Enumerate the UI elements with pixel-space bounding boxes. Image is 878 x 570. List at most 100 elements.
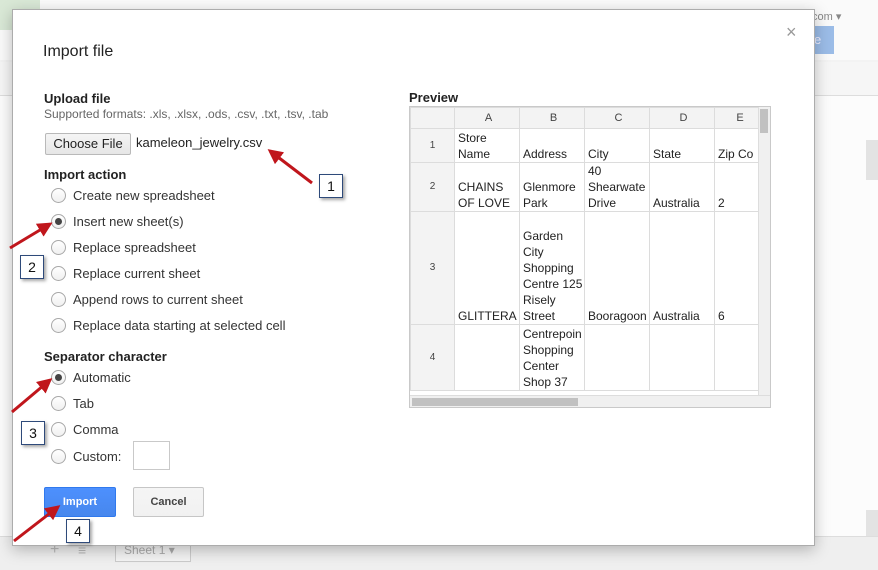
import-action-option[interactable]: Replace data starting at selected cell [51,316,285,334]
separator-heading: Separator character [44,349,167,364]
preview-cell-text: Australia [653,309,700,323]
preview-cell [584,324,650,391]
separator-option[interactable]: Comma [51,420,119,438]
upload-file-heading: Upload file [44,91,111,106]
preview-cell-text: City [588,147,609,161]
preview-cell: GLITTERA [454,211,520,325]
import-action-option[interactable]: Replace spreadsheet [51,238,196,256]
radio-button[interactable] [51,291,66,307]
preview-heading: Preview [409,90,459,105]
import-action-option-label: Append rows to current sheet [73,291,243,307]
preview-cell: 40 Shearwate Drive [584,162,650,212]
preview-grid[interactable]: A B C D E 1 Store Name Address City State Zip Co 2 C… [409,106,771,408]
preview-cell [649,324,715,391]
import-action-option[interactable]: Create new spreadsheet [51,186,215,204]
supported-formats-text: Supported formats: .xls, .xlsx, .ods, .c… [44,107,329,121]
close-icon[interactable]: × [786,22,797,43]
preview-table: A B C D E 1 Store Name Address City State Zip Co 2 C… [410,107,767,391]
preview-column-header: A [454,107,520,129]
import-action-option-label: Replace current sheet [73,265,201,281]
preview-cell: Australia [649,162,715,212]
preview-row-header: 3 [410,211,455,325]
preview-cell-text: Zip Co [718,147,754,161]
callout-4: 4 [66,519,90,543]
preview-cell-text: State [653,147,682,161]
radio-button[interactable] [51,317,66,333]
separator-option-label: Tab [73,395,94,411]
radio-button[interactable] [51,448,66,464]
preview-cell-text: CHAINS OF LOVE [458,180,511,210]
preview-cell: 6 [714,211,763,325]
preview-row: 3 GLITTERA Garden City Shopping Centre 125… [410,211,767,325]
separator-option-label: Comma [73,421,119,437]
bg-scrollbar [866,140,878,180]
preview-cell-text: GLITTERA [458,309,517,323]
import-action-option[interactable]: Replace current sheet [51,264,200,282]
preview-vertical-thumb[interactable] [760,109,768,133]
preview-horizontal-scrollbar[interactable] [410,395,770,407]
preview-column-header: E [714,107,763,129]
preview-cell: Address [519,128,585,163]
preview-row-header: 2 [410,162,455,212]
radio-button[interactable] [51,187,66,203]
import-button[interactable]: Import [44,487,116,517]
choose-file-button[interactable]: Choose File [45,133,131,155]
preview-cell: CHAINS OF LOVE [454,162,520,212]
preview-cell [714,324,763,391]
import-action-option-label: Replace data starting at selected cell [73,317,286,333]
import-action-option-label: Replace spreadsheet [73,239,196,255]
radio-button[interactable] [51,421,66,437]
separator-option[interactable]: Custom: [51,447,121,465]
preview-corner-cell [410,107,455,129]
separator-option-label: Automatic [73,369,131,385]
preview-row: 1 Store Name Address City State Zip Co [410,128,767,163]
import-file-dialog: Import file × Upload file Supported form… [12,9,815,546]
preview-cell: Garden City Shopping Centre 125 Risely S… [519,211,585,325]
preview-cell [454,324,520,391]
radio-button[interactable] [51,239,66,255]
callout-3: 3 [21,421,45,445]
radio-button[interactable] [51,369,66,385]
preview-cell-text: 2 [718,196,725,210]
preview-cell: Centrepoin Shopping Center Shop 37 [519,324,585,391]
custom-separator-input[interactable] [133,441,170,470]
import-action-option[interactable]: Append rows to current sheet [51,290,243,308]
preview-row-header: 4 [410,324,455,391]
preview-cell-text: Garden City Shopping Centre 125 Risely S… [523,229,583,323]
preview-cell: Zip Co [714,128,763,163]
preview-cell: Booragoon [584,211,650,325]
preview-cell: Glenmore Park [519,162,585,212]
dialog-title: Import file [43,43,114,60]
import-action-option-label: Create new spreadsheet [73,187,215,203]
radio-button[interactable] [51,395,66,411]
cancel-button[interactable]: Cancel [133,487,204,517]
separator-option[interactable]: Automatic [51,368,131,386]
preview-horizontal-thumb[interactable] [412,398,578,406]
bg-scrollbar-bottom [866,510,878,538]
bg-account-menu: com ▾ [812,11,842,23]
preview-column-header: C [584,107,650,129]
import-action-option-label: Insert new sheet(s) [73,213,184,229]
radio-button[interactable] [51,213,66,229]
preview-cell: City [584,128,650,163]
radio-button[interactable] [51,265,66,281]
preview-cell: State [649,128,715,163]
preview-cell: 2 [714,162,763,212]
preview-cell: Australia [649,211,715,325]
callout-2: 2 [20,255,44,279]
preview-cell-text: Glenmore Park [523,180,576,210]
preview-cell-text: Booragoon [588,309,647,323]
preview-column-header: B [519,107,585,129]
import-action-heading: Import action [44,167,127,182]
preview-cell-text: Centrepoin Shopping Center Shop 37 [523,327,582,389]
preview-cell-text: 40 Shearwate Drive [588,164,646,210]
preview-row: 2 CHAINS OF LOVE Glenmore Park 40 Shearwate… [410,162,767,212]
preview-cell-text: 6 [718,309,725,323]
separator-option-label: Custom: [73,448,122,464]
import-action-option[interactable]: Insert new sheet(s) [51,212,184,230]
preview-cell-text: Store Name [458,131,491,161]
bg-share-button: e [812,26,834,54]
preview-cell: Store Name [454,128,520,163]
preview-vertical-scrollbar[interactable] [758,107,770,395]
separator-option[interactable]: Tab [51,394,94,412]
